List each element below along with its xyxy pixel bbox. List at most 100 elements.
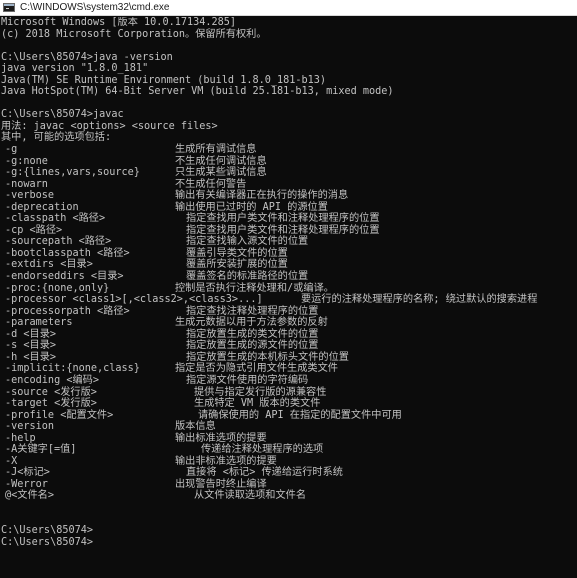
option-flag: -Werror (5, 478, 48, 490)
option-description: 指定源文件使用的字符编码 (186, 374, 309, 386)
cmd-console-icon (3, 3, 15, 12)
option-flag: -version (5, 421, 55, 433)
option-row: -g:{lines,vars,source} 只生成某些调试信息 (1, 167, 577, 179)
option-description: 从文件读取选项和文件名 (194, 490, 307, 502)
option-description: 输出使用已过时的 API 的源位置 (175, 201, 328, 213)
option-row: -h <目录> 指定放置生成的本机标头文件的位置 (1, 352, 577, 364)
option-row: -help 输出标准选项的提要 (1, 433, 577, 445)
console-line: Microsoft Windows [版本 10.0.17134.285] (1, 17, 237, 28)
option-description: 指定放置生成的源文件的位置 (186, 340, 319, 352)
console-window: C:\WINDOWS\system32\cmd.exe Microsoft Wi… (0, 0, 577, 578)
option-description: 生成特定 VM 版本的类文件 (194, 398, 321, 410)
option-description: 输出有关编译器正在执行的操作的消息 (175, 190, 349, 202)
option-description: 要运行的注释处理程序的名称; 绕过默认的搜索进程 (301, 294, 538, 306)
option-flag: -parameters (5, 317, 73, 329)
console-line: C:\Users\85074>javac (1, 109, 124, 121)
console-line: (c) 2018 Microsoft Corporation。保留所有权利。 (1, 28, 267, 40)
option-flag: -help (5, 432, 36, 444)
option-description: 请确保使用的 API 在指定的配置文件中可用 (198, 409, 402, 421)
option-flag: -h <目录> (5, 351, 57, 363)
option-row: -endorseddirs <目录> 覆盖签名的标准路径的位置 (1, 271, 577, 283)
option-row: -J<标记> 直接将 <标记> 传递给运行时系统 (1, 467, 577, 479)
window-title: C:\WINDOWS\system32\cmd.exe (20, 2, 170, 13)
option-row: -A关键字[=值] 传递给注释处理程序的选项 (1, 444, 577, 456)
option-flag: -d <目录> (5, 328, 57, 340)
title-bar[interactable]: C:\WINDOWS\system32\cmd.exe (0, 0, 577, 16)
option-row: -parameters 生成元数据以用于方法参数的反射 (1, 317, 577, 329)
option-description: 版本信息 (175, 421, 216, 433)
option-row: -g 生成所有调试信息 (1, 144, 577, 156)
option-description: 直接将 <标记> 传递给运行时系统 (186, 467, 343, 479)
option-flag: -g:none (5, 155, 48, 167)
option-flag: -nowarn (5, 178, 48, 190)
option-description: 输出非标准选项的提要 (175, 455, 277, 467)
console-line: 其中, 可能的选项包括: (1, 132, 112, 144)
option-description: 生成所有调试信息 (175, 144, 257, 156)
option-row: -deprecation 输出使用已过时的 API 的源位置 (1, 202, 577, 214)
option-description: 提供与指定发行版的源兼容性 (194, 386, 327, 398)
option-row: -sourcepath <路径> 指定查找输入源文件的位置 (1, 236, 577, 248)
option-row: -version 版本信息 (1, 421, 577, 433)
option-description: 传递给注释处理程序的选项 (201, 444, 324, 456)
option-description: 指定是否为隐式引用文件生成类文件 (175, 363, 338, 375)
option-flag: -processor <class1>[,<class2>,<class3>..… (5, 294, 263, 306)
option-description: 指定查找用户类文件和注释处理程序的位置 (186, 213, 380, 225)
option-row: -X 输出非标准选项的提要 (1, 456, 577, 468)
option-row: -cp <路径> 指定查找用户类文件和注释处理程序的位置 (1, 225, 577, 237)
option-flag: -extdirs <目录> (5, 259, 93, 271)
prompt-line: C:\Users\85074> (1, 525, 94, 537)
option-flag: -profile <配置文件> (5, 409, 114, 421)
option-flag: -source <发行版> (5, 386, 97, 398)
option-description: 只生成某些调试信息 (175, 167, 267, 179)
console-output[interactable]: Microsoft Windows [版本 10.0.17134.285] (c)… (0, 17, 577, 578)
option-flag: -verbose (5, 190, 55, 202)
option-row: -nowarn 不生成任何警告 (1, 179, 577, 191)
console-line: C:\Users\85074>java -version (1, 51, 173, 63)
option-flag: -encoding <编码> (5, 374, 99, 386)
option-description: 指定放置生成的本机标头文件的位置 (186, 351, 349, 363)
option-flag: -processorpath <路径> (5, 305, 130, 317)
option-description: 指定放置生成的类文件的位置 (186, 328, 319, 340)
option-flag: -classpath <路径> (5, 213, 106, 225)
option-row: -d <目录> 指定放置生成的类文件的位置 (1, 329, 577, 341)
prompt-line: C:\Users\85074> (1, 536, 94, 548)
option-description: 不生成任何警告 (175, 178, 247, 190)
option-flag: -target <发行版> (5, 398, 97, 410)
option-flag: -deprecation (5, 201, 79, 213)
option-flag: -cp <路径> (5, 224, 63, 236)
option-row: -encoding <编码> 指定源文件使用的字符编码 (1, 375, 577, 387)
option-row: -extdirs <目录> 覆盖所安装扩展的位置 (1, 259, 577, 271)
option-description: 控制是否执行注释处理和/或编译。 (175, 282, 334, 294)
option-description: 覆盖引导类文件的位置 (186, 247, 288, 259)
option-row: -bootclasspath <路径> 覆盖引导类文件的位置 (1, 248, 577, 260)
option-flag: -J<标记> (5, 467, 50, 479)
option-row: -g:none 不生成任何调试信息 (1, 156, 577, 168)
console-line: 用法: javac <options> <source files> (1, 120, 218, 132)
option-description: 覆盖所安装扩展的位置 (186, 259, 288, 271)
option-flag: -endorseddirs <目录> (5, 271, 124, 283)
option-row: -Werror 出现警告时终止编译 (1, 479, 577, 491)
option-description: 生成元数据以用于方法参数的反射 (175, 317, 328, 329)
option-description: 覆盖签名的标准路径的位置 (186, 271, 309, 283)
option-flag: -A关键字[=值] (5, 444, 77, 456)
option-flag: -proc:{none,only} (5, 282, 110, 294)
console-line: Java HotSpot(TM) 64-Bit Server VM (build… (1, 86, 394, 98)
option-flag: -s <目录> (5, 340, 57, 352)
option-row: -target <发行版> 生成特定 VM 版本的类文件 (1, 398, 577, 410)
option-flag: -g (5, 144, 18, 156)
option-flag: -sourcepath <路径> (5, 236, 112, 248)
option-description: 出现警告时终止编译 (175, 478, 267, 490)
option-row: -profile <配置文件> 请确保使用的 API 在指定的配置文件中可用 (1, 410, 577, 422)
option-row: -implicit:{none,class} 指定是否为隐式引用文件生成类文件 (1, 363, 577, 375)
option-row: -source <发行版> 提供与指定发行版的源兼容性 (1, 387, 577, 399)
option-row: -processor <class1>[,<class2>,<class3>..… (1, 294, 577, 306)
option-description: 输出标准选项的提要 (175, 432, 267, 444)
option-flag: -g:{lines,vars,source} (5, 167, 140, 179)
console-line: java version "1.8.0_181" (1, 63, 149, 75)
option-flag: -X (5, 455, 18, 467)
option-row: -classpath <路径> 指定查找用户类文件和注释处理程序的位置 (1, 213, 577, 225)
